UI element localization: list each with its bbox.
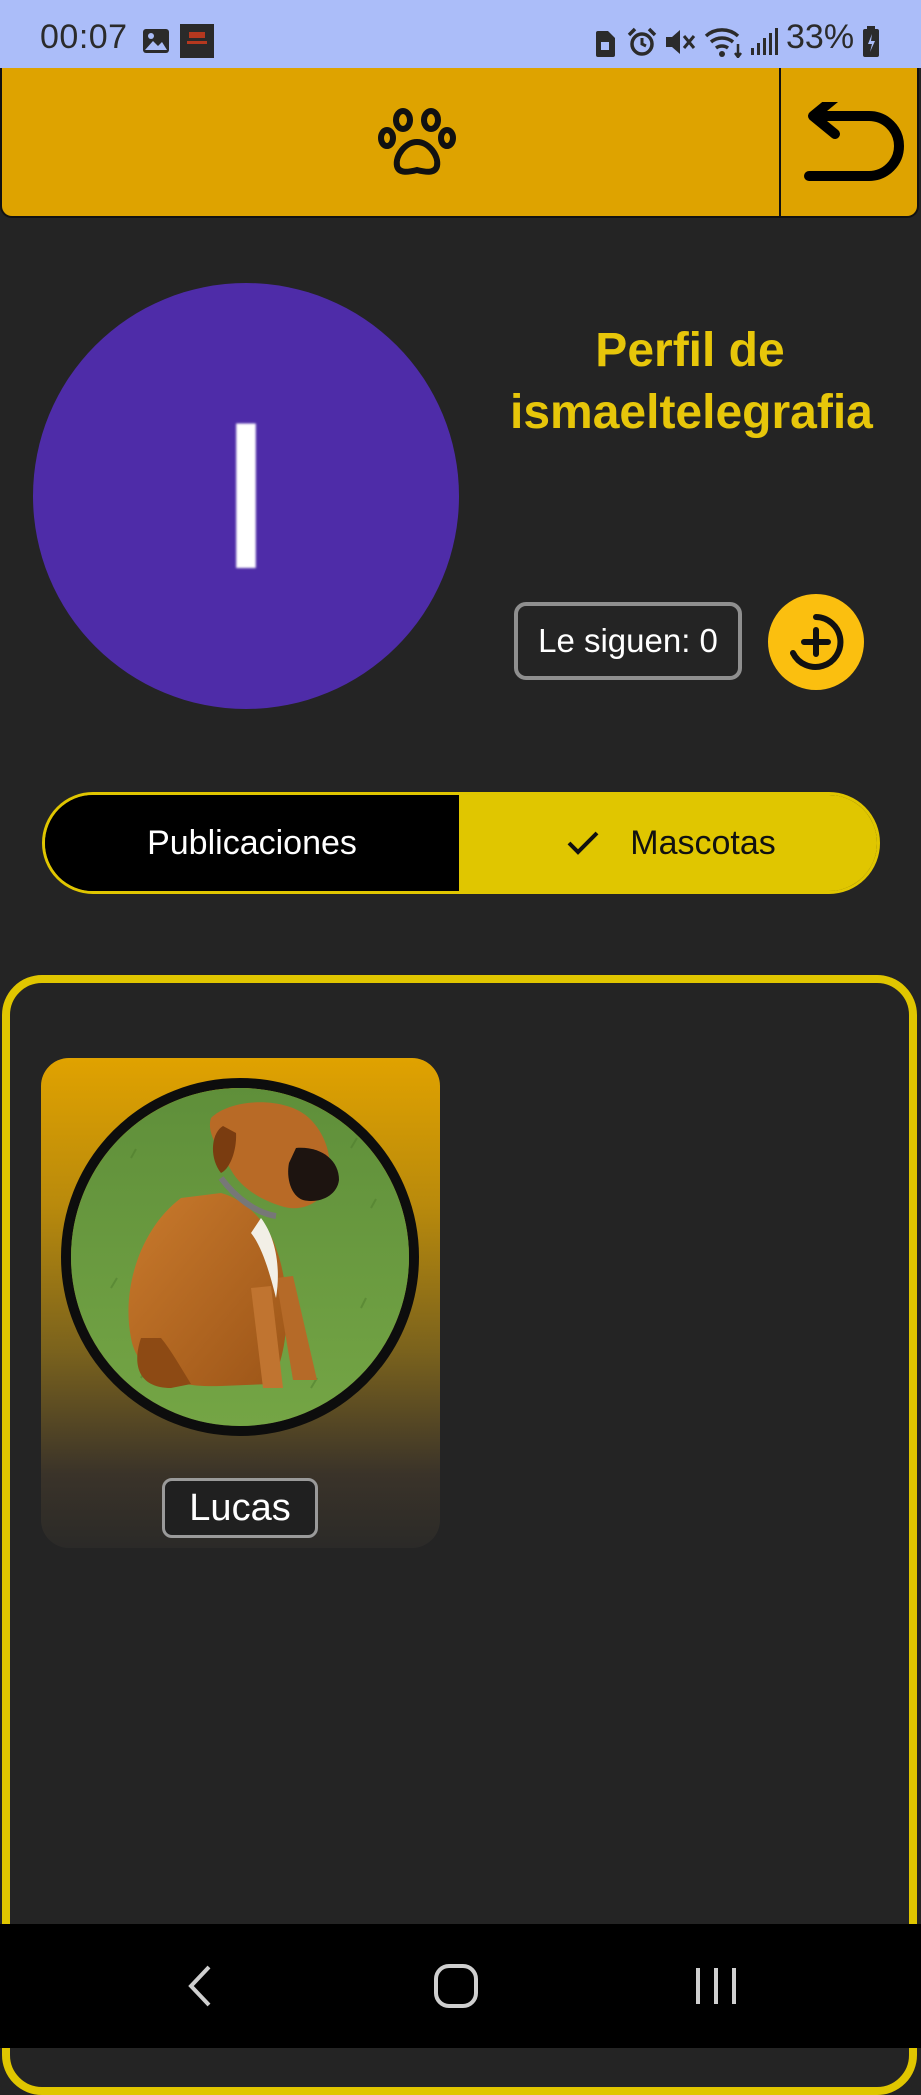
sim-icon xyxy=(594,30,616,63)
pet-name: Lucas xyxy=(162,1478,318,1538)
paw-icon xyxy=(377,108,467,188)
check-icon xyxy=(566,830,600,856)
pet-card[interactable]: Lucas xyxy=(41,1058,440,1548)
back-arrow-icon xyxy=(804,102,904,181)
tab-mascotas-label: Mascotas xyxy=(630,823,776,862)
mute-icon xyxy=(664,28,696,61)
back-nav-icon[interactable] xyxy=(140,1924,260,2048)
tab-mascotas[interactable]: Mascotas xyxy=(462,795,877,891)
home-nav-icon[interactable] xyxy=(396,1924,516,2048)
status-bar: 00:07 33% xyxy=(0,0,921,68)
dog-photo xyxy=(61,1078,419,1436)
signal-icon xyxy=(750,28,778,61)
avatar: I xyxy=(33,283,459,709)
gallery-icon xyxy=(142,28,170,59)
followers-badge[interactable]: Le siguen: 0 xyxy=(514,602,742,680)
app-bar xyxy=(0,68,919,218)
follow-button[interactable] xyxy=(768,594,864,690)
battery-percent: 33% xyxy=(786,18,855,56)
recents-nav-icon[interactable] xyxy=(656,1924,776,2048)
wifi-icon xyxy=(704,26,744,63)
app-thumbnail-icon xyxy=(180,24,214,63)
nav-bar xyxy=(0,1924,921,2048)
profile-title: Perfil de ismaeltelegrafia xyxy=(510,324,873,439)
add-circle-icon xyxy=(790,614,844,670)
back-button[interactable] xyxy=(779,68,919,216)
alarm-icon xyxy=(627,27,657,62)
segmented-tabs: Publicaciones Mascotas xyxy=(42,792,880,894)
tab-publicaciones-label: Publicaciones xyxy=(147,823,357,862)
battery-icon xyxy=(862,26,880,63)
tab-publicaciones[interactable]: Publicaciones xyxy=(45,795,462,891)
avatar-letter: I xyxy=(216,378,276,613)
status-time: 00:07 xyxy=(40,18,128,56)
